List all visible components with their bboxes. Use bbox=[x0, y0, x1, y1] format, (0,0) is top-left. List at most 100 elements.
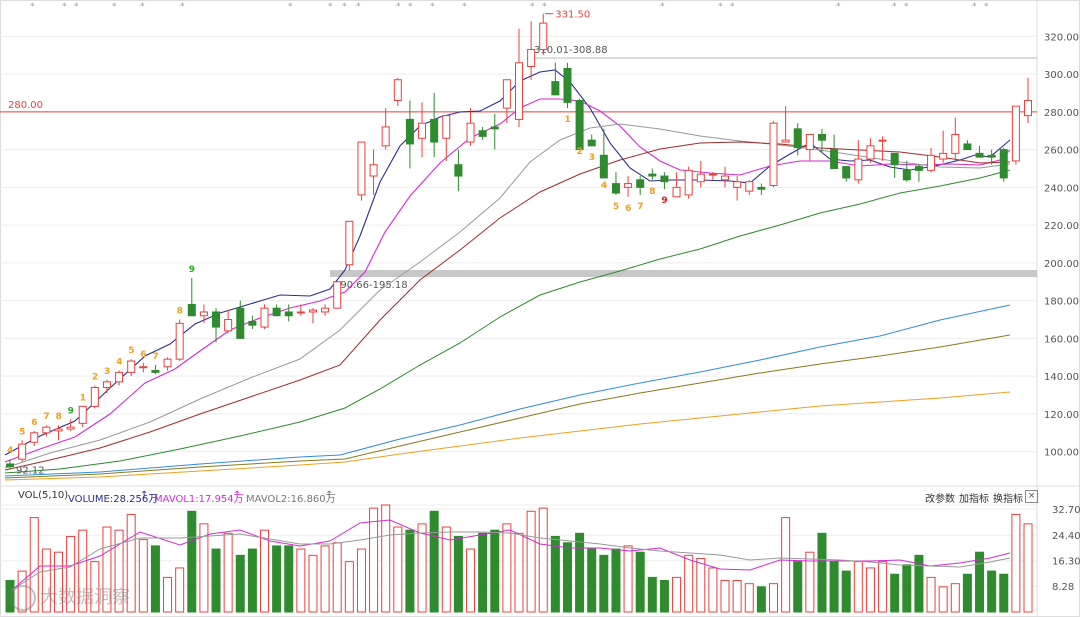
candle-up bbox=[854, 158, 863, 181]
volume-bar-up bbox=[320, 545, 330, 613]
watermark-text: 大数据洞察 bbox=[40, 587, 130, 608]
kline-chart-widget: 100.00 120.00 140.00 160.00 180.00 200.00 220.… bbox=[0, 0, 1080, 617]
candle-down bbox=[551, 81, 560, 96]
volume-bar-up bbox=[296, 548, 306, 613]
watermark-logo-icon bbox=[10, 585, 36, 611]
candle-down bbox=[793, 128, 802, 149]
candle-down bbox=[563, 67, 572, 103]
sequence-label: 5 bbox=[128, 346, 134, 356]
top-marker: * bbox=[288, 2, 293, 12]
candle-up bbox=[393, 79, 402, 102]
top-marker: * bbox=[530, 2, 535, 12]
top-marker: * bbox=[342, 2, 347, 12]
volume-bar-up bbox=[938, 586, 948, 613]
sequence-label: 6 bbox=[140, 350, 146, 360]
volume-bar-up bbox=[526, 510, 536, 613]
volume-bar-down bbox=[272, 545, 282, 613]
volume-bar-up bbox=[260, 529, 269, 613]
candle-up bbox=[127, 360, 136, 373]
candle-up bbox=[333, 281, 342, 309]
price-tick-label: 180.00 bbox=[1044, 297, 1079, 308]
price-tick-label: 320.00 bbox=[1044, 32, 1079, 43]
candle-up bbox=[42, 426, 51, 434]
volume-bar-up bbox=[175, 567, 185, 613]
watermark: 大数据洞察 bbox=[10, 583, 130, 611]
candle-up bbox=[684, 169, 693, 196]
volume-bar-down bbox=[999, 573, 1009, 613]
volume-bar-up bbox=[344, 561, 354, 613]
top-marker: * bbox=[62, 2, 67, 12]
close-icon[interactable]: × bbox=[1025, 490, 1038, 503]
volume-bar-up bbox=[308, 554, 318, 613]
volume-bar-down bbox=[599, 554, 609, 613]
sequence-label: 9 bbox=[189, 265, 195, 275]
candle-up bbox=[781, 139, 790, 143]
volume-bar-up bbox=[356, 548, 366, 613]
volume-bar-up bbox=[514, 532, 524, 613]
top-marker: * bbox=[140, 2, 145, 12]
volume-bar-up bbox=[223, 532, 233, 613]
volume-bar-up bbox=[744, 583, 754, 613]
volume-bar-up bbox=[865, 567, 875, 613]
sequence-label: 4 bbox=[601, 181, 607, 191]
candle-down bbox=[599, 154, 608, 179]
arrow-up-icon: ↑ bbox=[140, 490, 149, 501]
candle-up bbox=[418, 122, 427, 139]
sequence-label: 7 bbox=[43, 412, 49, 422]
volume-bar-down bbox=[550, 535, 560, 613]
top-marker: * bbox=[30, 2, 35, 12]
sequence-label: 8 bbox=[55, 412, 61, 422]
mavol2-value: MAVOL2:16.860万 bbox=[246, 494, 336, 505]
add-indicator-button[interactable]: 加指标 bbox=[959, 490, 989, 505]
volume-bar-down bbox=[829, 561, 839, 613]
candle-down bbox=[490, 126, 499, 130]
volume-bar-down bbox=[235, 554, 245, 613]
volume-bar-down bbox=[841, 570, 851, 613]
candle-down bbox=[575, 100, 584, 151]
switch-indicator-button[interactable]: 换指标 bbox=[993, 490, 1023, 505]
candle-up bbox=[163, 358, 172, 368]
sequence-label: 7 bbox=[637, 202, 643, 212]
volume-bar-down bbox=[187, 510, 197, 613]
volume-bar-up bbox=[393, 526, 403, 613]
candle-up bbox=[30, 432, 39, 443]
volume-bar-up bbox=[466, 548, 476, 613]
volume-bar-down bbox=[575, 532, 585, 613]
candle-up bbox=[139, 366, 148, 369]
top-marker: * bbox=[408, 2, 413, 12]
top-marker: * bbox=[972, 2, 977, 12]
sequence-label: 1 bbox=[80, 393, 86, 403]
sequence-label: 3 bbox=[589, 153, 595, 163]
candle-up bbox=[357, 141, 366, 196]
volume-bar-down bbox=[611, 548, 621, 613]
candle-up bbox=[308, 309, 317, 313]
volume-bar-up bbox=[163, 576, 173, 613]
candle-up bbox=[442, 115, 451, 139]
volume-bar-down bbox=[405, 529, 415, 613]
candle-up bbox=[296, 311, 305, 314]
candle-up bbox=[866, 145, 875, 160]
volume-bar-down bbox=[793, 561, 803, 613]
top-marker: * bbox=[542, 2, 547, 12]
ma-line-ma10 bbox=[4, 98, 1011, 463]
top-marker: * bbox=[180, 2, 185, 12]
price-chart[interactable]: 100.00 120.00 140.00 160.00 180.00 200.00 220.… bbox=[0, 0, 1080, 617]
volume-bar-down bbox=[453, 535, 463, 613]
volume-bar-up bbox=[708, 567, 718, 613]
top-marker: * bbox=[904, 2, 909, 12]
volume-bar-down bbox=[817, 532, 827, 613]
candle-up bbox=[939, 152, 948, 160]
price-tick-label: 260.00 bbox=[1044, 146, 1079, 157]
modify-params-button[interactable]: 改参数 bbox=[925, 490, 955, 505]
sequence-label: 3 bbox=[104, 367, 110, 377]
volume-bar-down bbox=[962, 573, 972, 613]
price-tick-label: 100.00 bbox=[1044, 448, 1079, 459]
indicator-name[interactable]: VOL(5,10) bbox=[18, 490, 68, 501]
candle-down bbox=[975, 152, 984, 158]
candle-down bbox=[405, 118, 414, 145]
volume-bar-up bbox=[720, 580, 730, 613]
candle-down bbox=[890, 152, 899, 166]
price-tick-label: 280.00 bbox=[1044, 108, 1079, 119]
volume-bar-down bbox=[247, 548, 257, 613]
sequence-label: 7 bbox=[152, 352, 158, 362]
